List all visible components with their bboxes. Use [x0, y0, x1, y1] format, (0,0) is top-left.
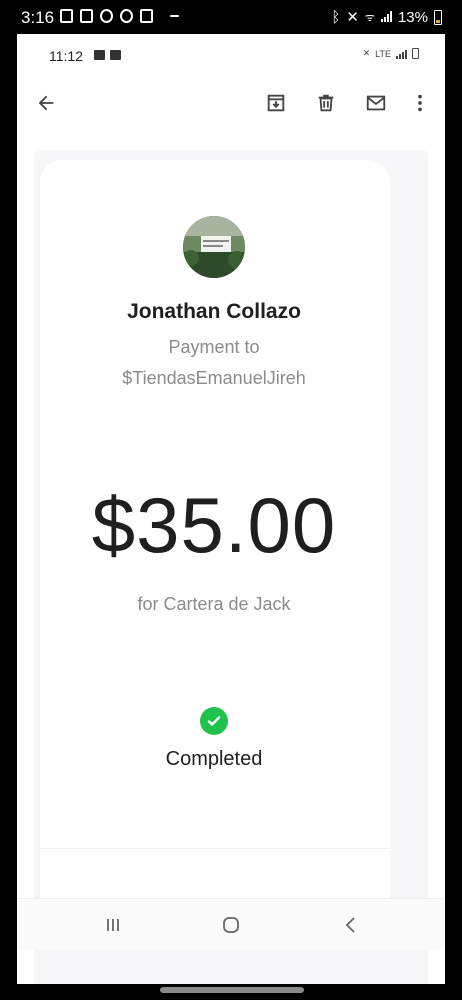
avatar — [183, 216, 245, 278]
back-arrow-icon — [38, 95, 54, 111]
more-vert-icon — [418, 94, 422, 112]
home-icon — [223, 917, 239, 933]
archive-button[interactable] — [259, 86, 293, 120]
back-icon — [345, 917, 355, 933]
signal-icon — [380, 11, 392, 22]
wifi-icon: ᯤ — [364, 11, 375, 24]
battery-icon — [434, 9, 442, 25]
facebook-icon — [80, 9, 93, 23]
inner-status-bar: 11:12 ✕ LTE — [17, 34, 445, 72]
image-icon — [94, 50, 105, 60]
mail-icon — [366, 95, 386, 111]
more-options-button[interactable] — [403, 86, 437, 120]
recipient-handle: $TiendasEmanuelJireh — [122, 368, 306, 388]
download-icon — [100, 9, 113, 23]
back-button[interactable] — [331, 909, 371, 941]
payment-memo: for Cartera de Jack — [137, 594, 291, 614]
home-button[interactable] — [211, 909, 251, 941]
recent-apps-button[interactable] — [93, 909, 133, 941]
more-notifications-icon — [170, 15, 179, 17]
delete-icon — [318, 94, 334, 112]
avatar-photo — [183, 216, 245, 278]
bluetooth-icon: ᛒ — [331, 8, 341, 26]
mute-icon: ✕ — [362, 48, 371, 58]
system-icons: ᛒ ✕ ᯤ 13% — [331, 8, 442, 26]
inner-time: 11:12 — [49, 48, 83, 64]
nodes-icon — [120, 9, 133, 23]
news-icon — [140, 9, 153, 23]
mark-unread-button[interactable] — [359, 86, 393, 120]
battery-saver-icon — [60, 9, 73, 23]
payment-to-label: Payment to — [168, 337, 260, 357]
battery-percent: 13% — [397, 8, 428, 26]
hd-icon — [110, 50, 121, 60]
sender-name: Jonathan Collazo — [127, 300, 301, 323]
payment-amount: $35.00 — [91, 481, 337, 569]
completed-check-icon — [200, 707, 228, 735]
payment-status: Completed — [165, 748, 263, 770]
signal-icon — [396, 49, 407, 59]
archive-icon — [267, 94, 285, 112]
notification-icons — [60, 9, 179, 23]
mute-icon: ✕ — [346, 9, 359, 26]
gesture-home-pill[interactable] — [160, 987, 304, 993]
lte-icon: LTE — [375, 48, 391, 59]
device-time: 3:16 — [21, 8, 55, 27]
device-status-bar: 3:16 ᛒ ✕ ᯤ 13% — [0, 0, 462, 34]
recent-apps-icon — [107, 919, 119, 931]
card-divider — [40, 848, 390, 849]
delete-button[interactable] — [309, 86, 343, 120]
android-nav-bar — [17, 898, 445, 950]
email-action-bar — [17, 78, 445, 128]
back-arrow-button[interactable] — [29, 86, 63, 120]
battery-icon — [412, 48, 419, 59]
